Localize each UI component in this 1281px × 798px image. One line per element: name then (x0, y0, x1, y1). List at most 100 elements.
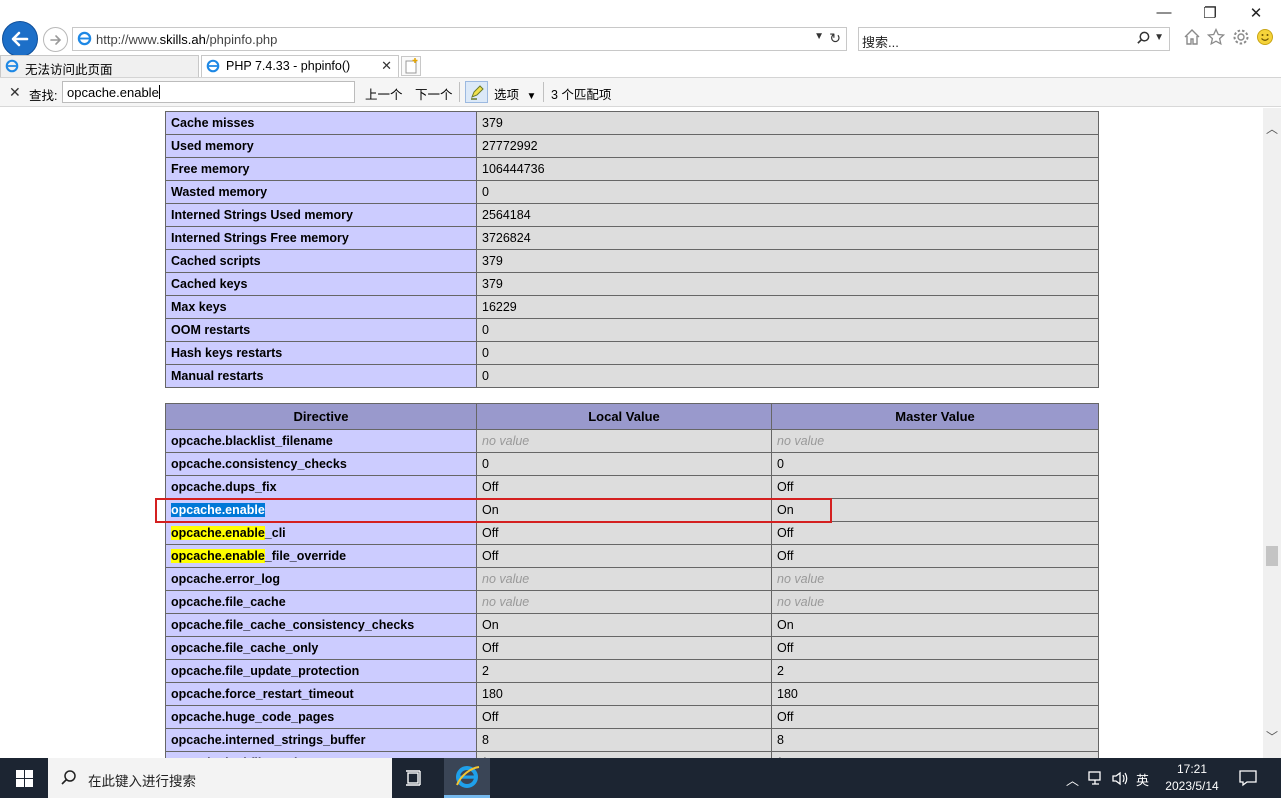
directive-name: opcache.enable_file_override (165, 544, 477, 568)
refresh-icon[interactable]: ↻ (829, 30, 841, 47)
opcache-directive-table: Directive Local Value Master Value opcac… (165, 403, 1099, 758)
text-caret (158, 85, 160, 99)
favorites-star-icon[interactable] (1207, 28, 1225, 46)
table-header-row: Directive Local Value Master Value (165, 403, 1099, 430)
table-row: Cached scripts 379 (165, 249, 1099, 273)
highlighter-icon (470, 85, 484, 100)
close-find-icon[interactable]: ✕ (9, 84, 21, 101)
directive-name: opcache.file_cache_only (165, 636, 477, 660)
scroll-down-icon[interactable]: ﹀ (1266, 728, 1278, 745)
master-value: 180 (771, 682, 1099, 706)
show-hidden-icons-icon[interactable]: ︿ (1066, 770, 1079, 789)
local-value: 8 (476, 728, 772, 752)
address-dropdown-icon[interactable]: ▼ (814, 31, 824, 42)
search-dropdown-icon[interactable]: ▼ (1154, 32, 1164, 43)
divider (459, 82, 460, 102)
address-url: http://www.skills.ah/phpinfo.php (96, 32, 278, 47)
directive-name-rest: _cli (264, 526, 286, 540)
directive-name: opcache.dups_fix (165, 475, 477, 499)
find-query-text: opcache.enable (67, 85, 159, 100)
taskbar-clock[interactable]: 17:21 2023/5/14 (1155, 761, 1229, 795)
status-key: Interned Strings Used memory (165, 203, 477, 227)
find-options-button[interactable]: 选项 ▼ (494, 84, 536, 103)
table-row: Interned Strings Free memory 3726824 (165, 226, 1099, 250)
scrollbar-thumb[interactable] (1266, 546, 1278, 566)
table-row: opcache.dups_fix Off Off (165, 475, 1099, 499)
task-view-icon[interactable] (404, 768, 426, 788)
status-value: 2564184 (476, 203, 1099, 227)
table-row: opcache.file_cache no value no value (165, 590, 1099, 614)
directive-name-rest: _file_override (264, 549, 347, 563)
network-icon[interactable] (1088, 771, 1106, 786)
page-content[interactable]: Cache misses 379 Used memory 27772992 Free m… (0, 108, 1263, 758)
status-key: Wasted memory (165, 180, 477, 204)
table-row: Cached keys 379 (165, 272, 1099, 296)
home-icon[interactable] (1183, 28, 1201, 46)
highlight-matches-button[interactable] (465, 81, 488, 103)
master-value: no value (771, 590, 1099, 614)
ie-tab-icon (206, 59, 220, 73)
taskbar: 在此键入进行搜索 ︿ 英 17:21 2023/5/14 (0, 758, 1281, 798)
search-placeholder: 搜索... (862, 35, 899, 50)
status-key: OOM restarts (165, 318, 477, 342)
forward-button[interactable] (43, 27, 68, 52)
taskbar-search-box[interactable]: 在此键入进行搜索 (48, 758, 392, 798)
restore-button[interactable]: ❐ (1187, 4, 1233, 22)
master-value: Off (771, 705, 1099, 729)
table-row: opcache.force_restart_timeout 180 180 (165, 682, 1099, 706)
master-value: On (771, 613, 1099, 637)
local-value: 2 (476, 659, 772, 683)
settings-gear-icon[interactable] (1232, 28, 1250, 46)
action-center-icon[interactable] (1238, 769, 1258, 787)
local-value: Off (476, 521, 772, 545)
ie-tab-icon (5, 59, 19, 73)
tab-label: 无法访问此页面 (25, 63, 113, 77)
table-row: opcache.file_update_protection 2 2 (165, 659, 1099, 683)
browser-toolbar: http://www.skills.ah/phpinfo.php ▼ ↻ 搜索.… (0, 0, 1281, 57)
status-key: Interned Strings Free memory (165, 226, 477, 250)
table-row: Hash keys restarts 0 (165, 341, 1099, 365)
status-key: Cached scripts (165, 249, 477, 273)
table-row: opcache.enable_cli Off Off (165, 521, 1099, 545)
windows-logo-icon (15, 769, 33, 787)
start-button[interactable] (0, 758, 48, 798)
chevron-down-icon: ▼ (526, 91, 537, 102)
clock-time: 17:21 (1176, 762, 1208, 776)
address-bar[interactable]: http://www.skills.ah/phpinfo.php ▼ ↻ (72, 27, 847, 51)
find-input[interactable]: opcache.enable (62, 81, 355, 103)
status-value: 3726824 (476, 226, 1099, 250)
volume-icon[interactable] (1111, 771, 1129, 786)
input-method-indicator[interactable]: 英 (1136, 770, 1149, 789)
find-next-button[interactable]: 下一个 (415, 84, 453, 103)
back-button[interactable] (2, 21, 38, 57)
find-previous-button[interactable]: 上一个 (365, 84, 403, 103)
tab-close-icon[interactable]: ✕ (381, 58, 392, 74)
directive-name: opcache.force_restart_timeout (165, 682, 477, 706)
table-row: Wasted memory 0 (165, 180, 1099, 204)
tab-phpinfo[interactable]: PHP 7.4.33 - phpinfo() ✕ (201, 55, 399, 77)
taskbar-ie-button[interactable] (444, 758, 490, 798)
status-key: Cache misses (165, 111, 477, 135)
table-row: OOM restarts 0 (165, 318, 1099, 342)
directive-name: opcache.error_log (165, 567, 477, 591)
status-key: Cached keys (165, 272, 477, 296)
local-value: no value (476, 429, 772, 453)
close-window-button[interactable]: ✕ (1233, 4, 1279, 22)
vertical-scrollbar[interactable]: ︿ ﹀ (1263, 108, 1281, 758)
new-tab-button[interactable] (401, 56, 421, 76)
tab-bar: 无法访问此页面 PHP 7.4.33 - phpinfo() ✕ (0, 55, 1281, 78)
scroll-up-icon[interactable]: ︿ (1266, 120, 1278, 137)
search-icon[interactable] (1136, 31, 1151, 46)
feedback-smiley-icon[interactable] (1256, 28, 1274, 46)
table-row: opcache.interned_strings_buffer 8 8 (165, 728, 1099, 752)
local-value: Off (476, 705, 772, 729)
status-value: 0 (476, 318, 1099, 342)
status-value: 0 (476, 364, 1099, 388)
status-key: Used memory (165, 134, 477, 158)
tab-cannot-reach-page[interactable]: 无法访问此页面 (0, 55, 199, 77)
find-match-highlight: opcache.enable (171, 526, 265, 540)
status-value: 379 (476, 272, 1099, 296)
opcache-status-table: Cache misses 379 Used memory 27772992 Free m… (165, 111, 1099, 388)
minimize-button[interactable]: — (1141, 4, 1187, 21)
search-bar[interactable]: 搜索... ▼ (858, 27, 1170, 51)
